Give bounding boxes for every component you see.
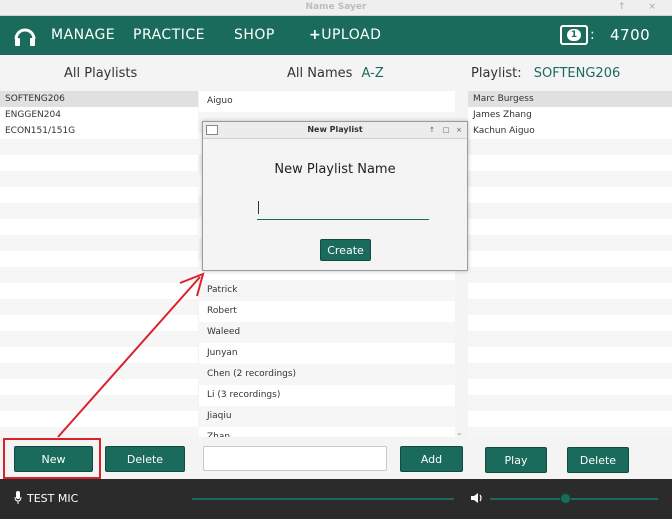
list-item[interactable]: Kachun Aiguo — [468, 123, 672, 139]
window-title: Name Sayer — [305, 2, 367, 12]
window-titlebar: Name Sayer ↑ × — [0, 0, 672, 16]
nav-shop[interactable]: SHOP — [234, 27, 275, 43]
top-nav: MANAGE PRACTICE SHOP +UPLOAD 1 : 4700 — [0, 16, 672, 55]
maximize-icon[interactable]: ↑ — [427, 125, 437, 135]
headphones-icon[interactable] — [12, 23, 38, 49]
nav-practice[interactable]: PRACTICE — [133, 27, 205, 43]
playlist-members-list[interactable]: Marc Burgess James Zhang Kachun Aiguo — [468, 91, 672, 437]
list-item[interactable]: Waleed — [199, 322, 455, 343]
current-playlist-name: SOFTENG206 — [533, 66, 621, 81]
all-names-label: All Names — [287, 66, 353, 81]
currency-separator: : — [590, 27, 596, 43]
add-button[interactable]: Add — [400, 446, 463, 472]
create-button[interactable]: Create — [320, 239, 371, 261]
annotation-highlight-box — [3, 438, 101, 479]
list-item[interactable]: SOFTENG206 — [0, 91, 198, 107]
mic-level-meter — [192, 498, 454, 500]
dialog-heading: New Playlist Name — [274, 162, 396, 177]
list-item[interactable]: Robert — [199, 301, 455, 322]
list-item[interactable]: Jiaqiu — [199, 406, 455, 427]
volume-icon — [471, 493, 482, 503]
money-icon: 1 — [560, 25, 588, 45]
playlist-label: Playlist: — [471, 66, 522, 81]
microphone-icon — [14, 491, 22, 504]
nav-upload[interactable]: +UPLOAD — [309, 27, 381, 43]
list-item[interactable]: James Zhang — [468, 107, 672, 123]
test-mic-button[interactable]: TEST MIC — [27, 492, 78, 505]
nav-manage[interactable]: MANAGE — [51, 27, 115, 43]
list-item[interactable]: ECON151/151G — [0, 123, 198, 139]
sort-toggle[interactable]: A-Z — [362, 66, 384, 81]
scroll-down-icon[interactable]: ⌄ — [456, 428, 463, 437]
restore-icon[interactable]: □ — [441, 125, 451, 135]
playlist-header: Playlist: SOFTENG206 — [471, 66, 620, 81]
delete-playlist-button[interactable]: Delete — [105, 446, 185, 472]
list-item[interactable]: Li (3 recordings) — [199, 385, 455, 406]
all-names-title: All Names A-Z — [287, 66, 384, 81]
add-name-input[interactable] — [203, 446, 387, 471]
close-icon[interactable]: × — [454, 125, 464, 135]
list-item[interactable]: ENGGEN204 — [0, 107, 198, 123]
list-item[interactable]: Marc Burgess — [468, 91, 672, 107]
plus-icon: + — [309, 27, 322, 43]
nav-upload-label: UPLOAD — [321, 27, 382, 43]
list-item[interactable]: Patrick — [199, 280, 455, 301]
delete-member-button[interactable]: Delete — [567, 447, 629, 473]
dialog-titlebar: New Playlist ↑ □ × — [203, 122, 467, 139]
list-item[interactable]: Chen (2 recordings) — [199, 364, 455, 385]
window-controls[interactable]: ↑ × — [618, 2, 666, 12]
playlists-list[interactable]: SOFTENG206 ENGGEN204 ECON151/151G — [0, 91, 198, 437]
playlist-name-input[interactable] — [257, 197, 429, 220]
list-item[interactable]: Zhan — [199, 427, 455, 437]
new-playlist-dialog: New Playlist ↑ □ × New Playlist Name Cre… — [202, 121, 468, 271]
volume-slider[interactable] — [490, 498, 658, 500]
list-item[interactable]: Aiguo — [199, 91, 455, 112]
volume-slider-handle[interactable] — [560, 493, 572, 504]
currency-balance: 4700 — [610, 26, 651, 44]
all-playlists-title: All Playlists — [64, 66, 138, 81]
play-button[interactable]: Play — [485, 447, 547, 473]
bottom-bar: TEST MIC — [0, 479, 672, 519]
list-item[interactable]: Junyan — [199, 343, 455, 364]
text-caret — [258, 201, 259, 214]
